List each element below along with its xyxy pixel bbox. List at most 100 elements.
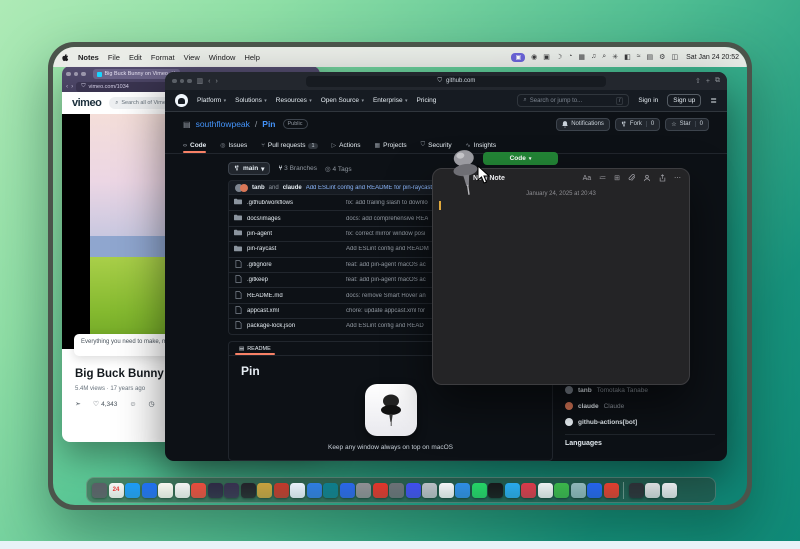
commit-message-link[interactable]: docs: add comprehensive REA [346,216,428,222]
status-icon[interactable]: ⚙ [659,53,665,61]
dock-reminders[interactable] [373,483,388,498]
menu-help[interactable]: Help [244,53,259,62]
dock-app-store[interactable] [125,483,140,498]
nav-platform[interactable]: Platform ▾ [197,97,226,104]
dock-edge[interactable] [455,483,470,498]
checklist-icon[interactable]: ≔ [599,174,606,182]
like-button[interactable]: ♡ 4,343 [93,400,118,408]
repo-name-link[interactable]: Pin [262,119,275,129]
dock-preview[interactable] [439,483,454,498]
minimize-button[interactable] [74,72,79,77]
tags-link[interactable]: ◎ 4 Tags [325,165,352,173]
github-traffic-lights[interactable] [172,79,192,84]
dock-files-app[interactable] [538,483,553,498]
tab-overview-icon[interactable]: ⧉ [715,77,720,85]
menu-format[interactable]: Format [151,53,175,62]
dock-calendar[interactable]: 24 [109,483,124,498]
commit-message-link[interactable]: fix: correct mirror window posi [346,231,425,237]
nav-enterprise[interactable]: Enterprise ▾ [373,97,408,104]
dock-clock-app[interactable] [323,483,338,498]
dock-thumbs[interactable] [340,483,355,498]
share-icon[interactable] [659,174,666,182]
status-icon[interactable]: ⌕ [602,53,606,61]
tab-pull-requests[interactable]: ⑂Pull requests1 [261,142,317,153]
dock-settings[interactable] [356,483,371,498]
dock-notion[interactable] [241,483,256,498]
vimeo-logo[interactable]: vimeo [72,97,101,109]
dock-orange-o[interactable] [604,483,619,498]
status-icon[interactable]: ▤ [647,53,654,61]
commit-message-link[interactable]: fix: add trailing slash to downlo [346,200,428,206]
dock-final-cut[interactable] [208,483,223,498]
menu-view[interactable]: View [184,53,200,62]
more-icon[interactable]: ⋯ [674,174,681,182]
back-icon[interactable]: ‹ [208,78,210,85]
note-body[interactable] [433,209,689,384]
close-button[interactable] [66,72,71,77]
dock-notes-app[interactable] [158,483,173,498]
status-icon[interactable]: ▣ [543,53,550,61]
status-icon[interactable]: ▦ [578,53,585,61]
status-icon[interactable]: ◧ [624,53,631,61]
collaborate-icon[interactable] [643,174,651,182]
dock-minimized-window[interactable] [629,483,644,498]
contributor-row[interactable]: github-actions[bot] [565,414,715,430]
code-button[interactable]: Code▾ [483,152,558,165]
reaction-icon[interactable]: ☺ [129,401,136,408]
status-icon[interactable]: ≈ [637,53,641,61]
branches-link[interactable]: ⑂ 3 Branches [278,165,317,172]
nav-pricing[interactable]: Pricing [417,97,437,104]
dock-keynote[interactable] [274,483,289,498]
dock-telegram[interactable] [505,483,520,498]
github-url-field[interactable]: ⛉ github.com [306,76,606,87]
star-button[interactable]: ☆ Star0 [665,118,709,131]
forward-icon[interactable]: › [71,83,73,90]
tab-issues[interactable]: ◎Issues [220,142,247,153]
tab-projects[interactable]: ▦Projects [375,142,407,153]
vimeo-traffic-lights[interactable] [66,72,86,77]
sign-up-button[interactable]: Sign up [667,94,701,107]
dock-discord[interactable] [406,483,421,498]
status-icon[interactable]: ✳ [612,53,618,61]
status-icon[interactable]: ◉ [531,53,537,61]
dock-siri[interactable] [422,483,437,498]
dock-launchpad[interactable] [92,483,107,498]
watch-later-icon[interactable]: ◷ [149,400,155,408]
close-button[interactable] [172,79,177,84]
status-icon[interactable]: ♫ [591,53,596,61]
dock-whatsapp[interactable] [472,483,487,498]
dock-anki[interactable] [554,483,569,498]
commit-message-link[interactable]: feat: add pin-agent macOS ac [346,277,426,283]
share-icon[interactable]: ➣ [75,400,81,408]
new-tab-icon[interactable]: + [706,78,710,85]
branch-selector[interactable]: main▾ [228,162,270,175]
status-icon[interactable]: ◫ [671,53,678,61]
dock-window-app[interactable] [389,483,404,498]
commit-message-link[interactable]: chore: update appcast.xml for [346,308,425,314]
dock-trash[interactable] [662,483,677,498]
table-icon[interactable]: ⊞ [614,174,620,182]
zoom-button[interactable] [187,79,192,84]
notifications-button[interactable]: Notifications [556,118,610,131]
commit-author[interactable]: claude [283,185,302,191]
dock-mail[interactable] [142,483,157,498]
nav-solutions[interactable]: Solutions ▾ [235,97,267,104]
dock-minimized-doc[interactable] [645,483,660,498]
status-icon[interactable]: ◔ [568,53,572,61]
dock-activity[interactable] [488,483,503,498]
github-search-input[interactable]: ⌕ Search or jump to... / [517,94,629,107]
tab-code[interactable]: ‹›Code [183,142,206,153]
sign-in-link[interactable]: Sign in [638,97,658,104]
notes-window[interactable]: New Note Aa ≔ ⊞ ⋯ January 24, 2025 at 20… [432,168,690,385]
share-icon[interactable]: ⇧ [695,77,701,85]
back-icon[interactable]: ‹ [66,83,68,90]
dock-bluebox[interactable] [587,483,602,498]
status-icon[interactable]: ☽ [556,53,562,61]
screen-record-indicator[interactable]: ▣ [511,53,525,62]
notes-titlebar[interactable]: New Note Aa ≔ ⊞ ⋯ [433,169,689,187]
commit-message-link[interactable]: Add ESLint config and READM [346,246,429,252]
fork-button[interactable]: Fork0 [615,118,660,131]
contributor-row[interactable]: claude Claude [565,398,715,414]
dock-motion[interactable] [224,483,239,498]
dock-docker[interactable] [571,483,586,498]
